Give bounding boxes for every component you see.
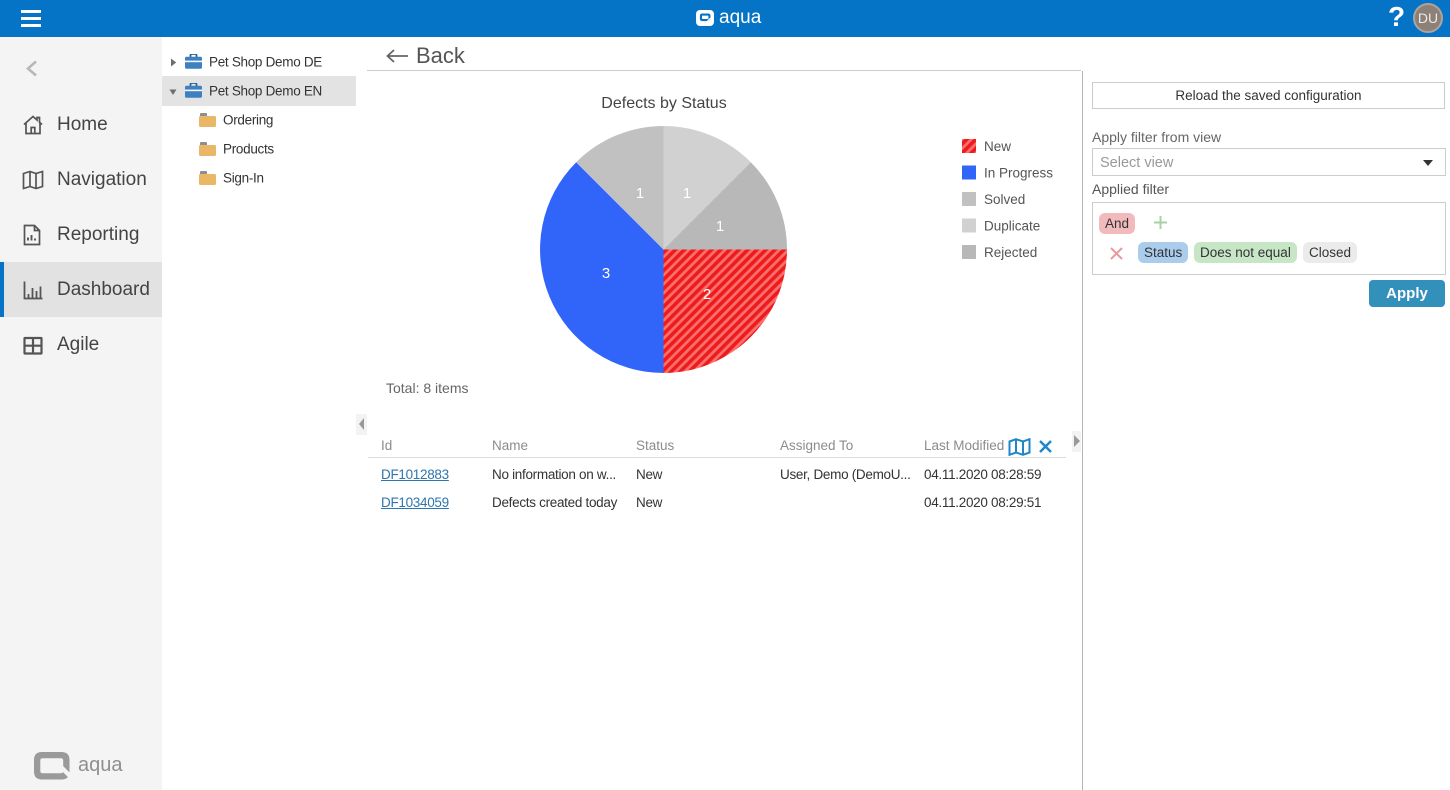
svg-text:2: 2 xyxy=(703,286,711,303)
svg-text:In Progress: In Progress xyxy=(984,166,1053,181)
svg-text:1: 1 xyxy=(683,185,691,202)
svg-text:1: 1 xyxy=(636,185,644,202)
svg-text:3: 3 xyxy=(602,265,610,282)
svg-text:Duplicate: Duplicate xyxy=(984,219,1040,234)
svg-text:New: New xyxy=(984,139,1011,154)
svg-text:1: 1 xyxy=(716,218,724,235)
svg-text:Rejected: Rejected xyxy=(984,245,1037,260)
svg-text:Solved: Solved xyxy=(984,192,1025,207)
